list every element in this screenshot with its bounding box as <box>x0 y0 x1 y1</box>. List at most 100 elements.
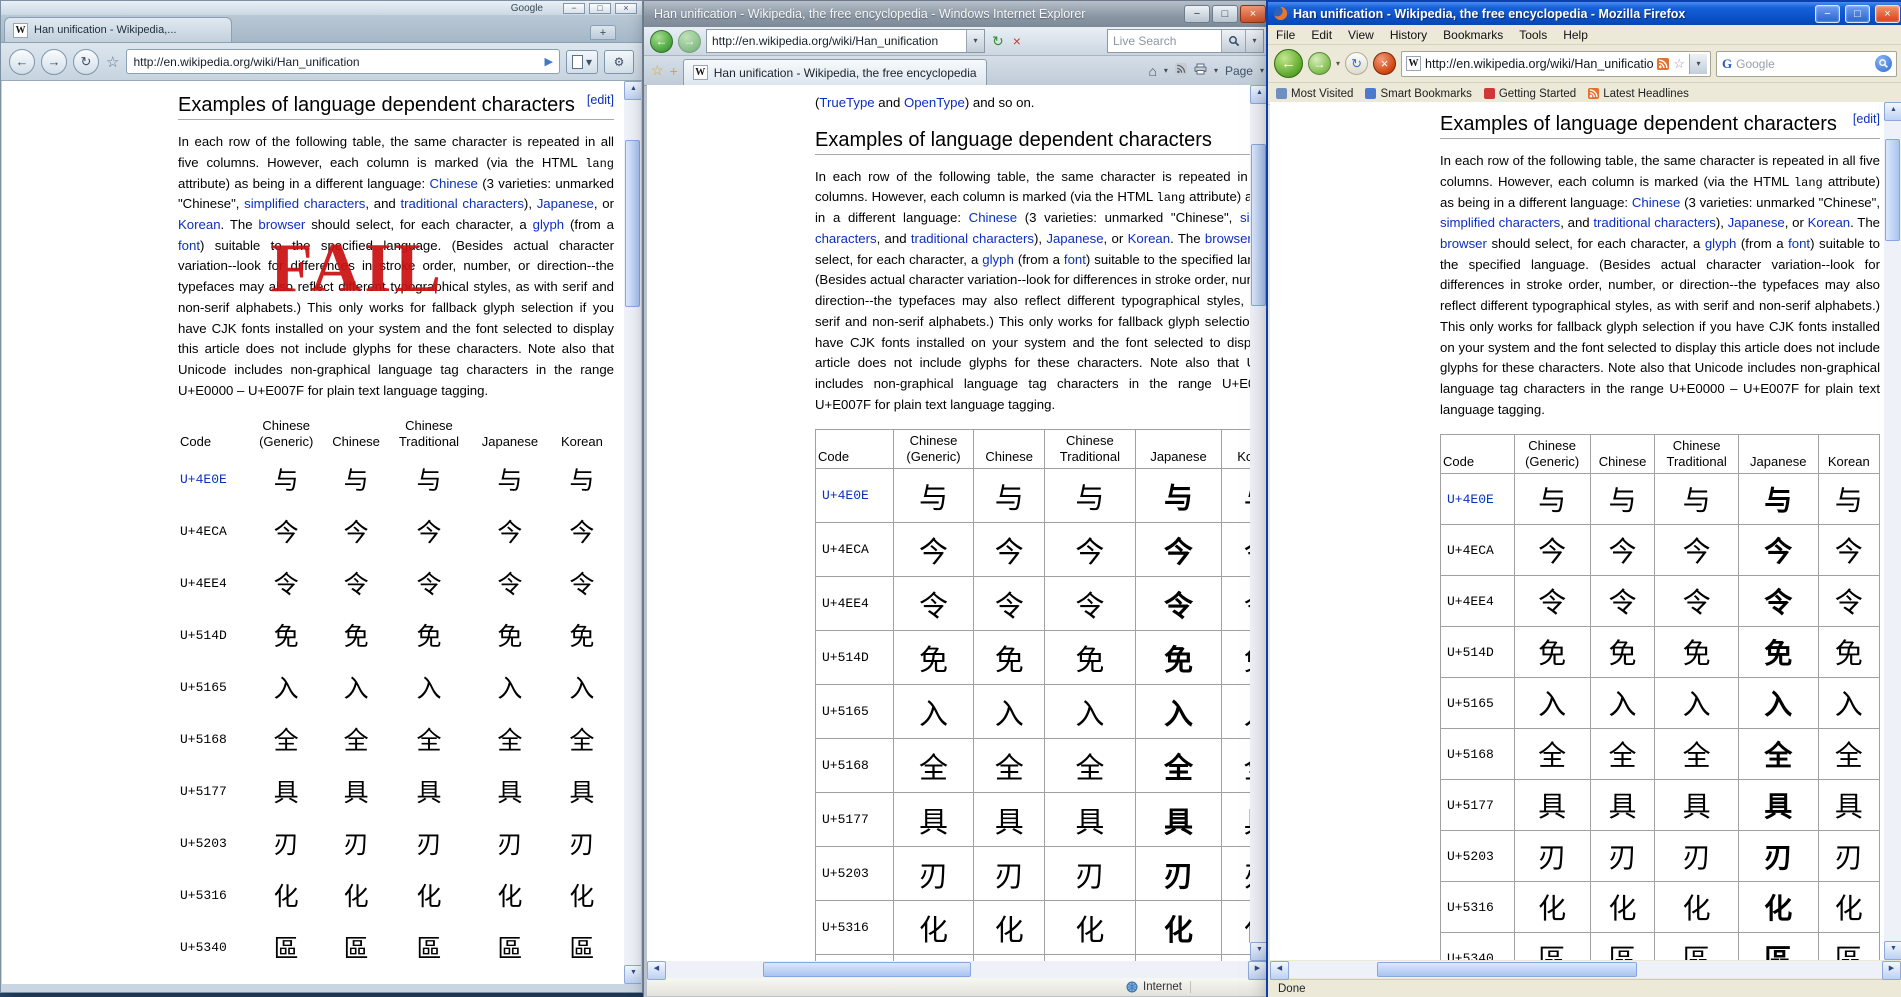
menu-history[interactable]: History <box>1382 27 1435 43</box>
browser-tab[interactable]: W Han unification - Wikipedia,... <box>4 17 232 42</box>
stop-button[interactable]: × <box>1011 33 1023 49</box>
home-icon[interactable]: ⌂ <box>1148 63 1156 79</box>
scroll-down-icon[interactable]: ▼ <box>1250 942 1267 961</box>
refresh-button[interactable]: ↻ <box>990 33 1006 50</box>
menu-bookmarks[interactable]: Bookmarks <box>1435 27 1511 43</box>
wiki-link[interactable]: font <box>1064 252 1086 267</box>
bookmark-latest-headlines[interactable]: Latest Headlines <box>1588 88 1689 100</box>
print-icon[interactable] <box>1194 63 1207 78</box>
wiki-link[interactable]: Chinese <box>969 210 1017 225</box>
scroll-left-icon[interactable]: ◀ <box>647 961 666 980</box>
refresh-button[interactable]: ↻ <box>1345 52 1368 75</box>
address-bar[interactable]: W http://en.wikipedia.org/wiki/Han_unifi… <box>1401 51 1711 77</box>
wiki-link[interactable]: traditional characters <box>1593 215 1715 230</box>
horizontal-scrollbar[interactable]: ◀ ▶ <box>647 961 1267 978</box>
wiki-link[interactable]: Japanese <box>1728 215 1785 230</box>
chevron-down-icon[interactable]: ▾ <box>1336 59 1340 68</box>
menu-file[interactable]: File <box>1268 27 1303 43</box>
close-icon[interactable]: × <box>1875 5 1900 23</box>
vertical-scrollbar[interactable]: ▲ ▼ <box>624 81 641 984</box>
url-text[interactable]: http://en.wikipedia.org/wiki/Han_unifica… <box>712 34 966 48</box>
vertical-scrollbar[interactable]: ▲ ▼ <box>1884 102 1901 960</box>
rss-feed-icon[interactable] <box>1175 63 1187 78</box>
wiki-link[interactable]: Korean <box>178 217 221 232</box>
firefox-titlebar[interactable]: Han unification - Wikipedia, the free en… <box>1268 2 1901 25</box>
wiki-link[interactable]: font <box>1788 236 1810 251</box>
minimize-icon[interactable]: − <box>563 3 585 14</box>
code-link[interactable]: U+4E0E <box>1441 474 1515 525</box>
scrollbar-thumb[interactable] <box>763 962 971 977</box>
scrollbar-track[interactable] <box>1289 961 1882 978</box>
menu-tools[interactable]: Tools <box>1511 27 1555 43</box>
horizontal-scrollbar[interactable]: ◀ ▶ <box>1270 961 1901 978</box>
bookmark-most-visited[interactable]: Most Visited <box>1276 88 1353 100</box>
menu-help[interactable]: Help <box>1555 27 1596 43</box>
menu-view[interactable]: View <box>1340 27 1382 43</box>
edit-link[interactable]: [edit] <box>587 93 614 108</box>
scrollbar-thumb[interactable] <box>1251 144 1266 306</box>
back-button[interactable]: ← <box>9 49 35 75</box>
url-text[interactable]: http://en.wikipedia.org/wiki/Han_unifica… <box>1425 57 1653 71</box>
forward-button[interactable]: → <box>678 30 701 53</box>
scroll-down-icon[interactable]: ▼ <box>624 965 641 984</box>
url-text[interactable]: http://en.wikipedia.org/wiki/Han_unifica… <box>133 55 538 69</box>
forward-button[interactable]: → <box>41 49 67 75</box>
scroll-right-icon[interactable]: ▶ <box>1882 961 1901 980</box>
search-icon[interactable] <box>1875 55 1892 72</box>
code-link[interactable]: U+4E0E <box>816 469 894 523</box>
scrollbar-track[interactable] <box>624 100 641 965</box>
page-menu-button[interactable]: ▾ <box>566 50 598 74</box>
code-link[interactable]: U+4E0E <box>178 453 248 505</box>
new-tab-button[interactable]: + <box>590 25 616 40</box>
scroll-up-icon[interactable]: ▲ <box>1250 85 1267 104</box>
wiki-link[interactable]: simplified characters <box>244 196 365 211</box>
edit-link[interactable]: [edit] <box>1853 112 1880 127</box>
vertical-scrollbar[interactable]: ▲ ▼ <box>1250 85 1267 961</box>
wiki-link[interactable]: font <box>178 238 200 253</box>
scroll-up-icon[interactable]: ▲ <box>1884 102 1901 121</box>
bookmark-getting-started[interactable]: Getting Started <box>1484 88 1576 100</box>
bookmark-smart-bookmarks[interactable]: Smart Bookmarks <box>1365 88 1471 100</box>
page-menu-button[interactable]: Page <box>1225 64 1253 78</box>
wiki-link[interactable]: Japanese <box>537 196 594 211</box>
stop-button[interactable]: × <box>1373 52 1396 75</box>
wiki-link[interactable]: Chinese <box>1632 195 1680 210</box>
address-bar[interactable]: http://en.wikipedia.org/wiki/Han_unifica… <box>706 29 985 53</box>
chevron-down-icon[interactable]: ▾ <box>966 30 984 52</box>
wiki-link[interactable]: TrueType <box>819 95 874 110</box>
add-favorite-icon[interactable]: + <box>669 63 679 79</box>
address-bar[interactable]: http://en.wikipedia.org/wiki/Han_unifica… <box>126 49 560 74</box>
scrollbar-track[interactable] <box>1250 104 1267 942</box>
search-box[interactable]: G Google <box>1716 51 1897 77</box>
chevron-down-icon[interactable]: ▾ <box>1214 66 1218 75</box>
wiki-link[interactable]: Japanese <box>1046 231 1103 246</box>
chevron-down-icon[interactable]: ▾ <box>1260 66 1264 75</box>
live-search-box[interactable]: Live Search ▾ <box>1107 29 1264 53</box>
wiki-link[interactable]: Korean <box>1128 231 1171 246</box>
settings-wrench-button[interactable]: ⚙ <box>604 50 634 74</box>
wiki-link[interactable]: browser <box>1205 231 1252 246</box>
scrollbar-thumb[interactable] <box>625 140 640 307</box>
wiki-link[interactable]: Chinese <box>429 176 477 191</box>
scroll-down-icon[interactable]: ▼ <box>1884 941 1901 960</box>
google-search-label[interactable]: Google <box>511 3 543 14</box>
scrollbar-thumb[interactable] <box>1377 962 1637 977</box>
rss-feed-icon[interactable] <box>1657 58 1669 70</box>
bookmark-star-icon[interactable]: ☆ <box>1673 56 1685 72</box>
wiki-link[interactable]: glyph <box>982 252 1014 267</box>
scroll-right-icon[interactable]: ▶ <box>1248 961 1267 980</box>
chevron-down-icon[interactable]: ▾ <box>1164 66 1168 75</box>
maximize-icon[interactable]: □ <box>1845 5 1870 23</box>
wiki-link[interactable]: simplified characters <box>1440 215 1560 230</box>
minimize-icon[interactable]: − <box>1815 5 1840 23</box>
search-icon[interactable] <box>1221 30 1245 52</box>
maximize-icon[interactable]: □ <box>1212 5 1238 23</box>
scroll-up-icon[interactable]: ▲ <box>624 81 641 100</box>
left-titlebar[interactable]: Google − □ × <box>1 1 642 15</box>
close-icon[interactable]: × <box>615 3 637 14</box>
browser-tab[interactable]: W Han unification - Wikipedia, the free … <box>683 59 987 85</box>
wiki-link[interactable]: browser <box>1440 236 1487 251</box>
scroll-left-icon[interactable]: ◀ <box>1270 961 1289 980</box>
scrollbar-track[interactable] <box>666 961 1248 978</box>
close-icon[interactable]: × <box>1240 5 1266 23</box>
